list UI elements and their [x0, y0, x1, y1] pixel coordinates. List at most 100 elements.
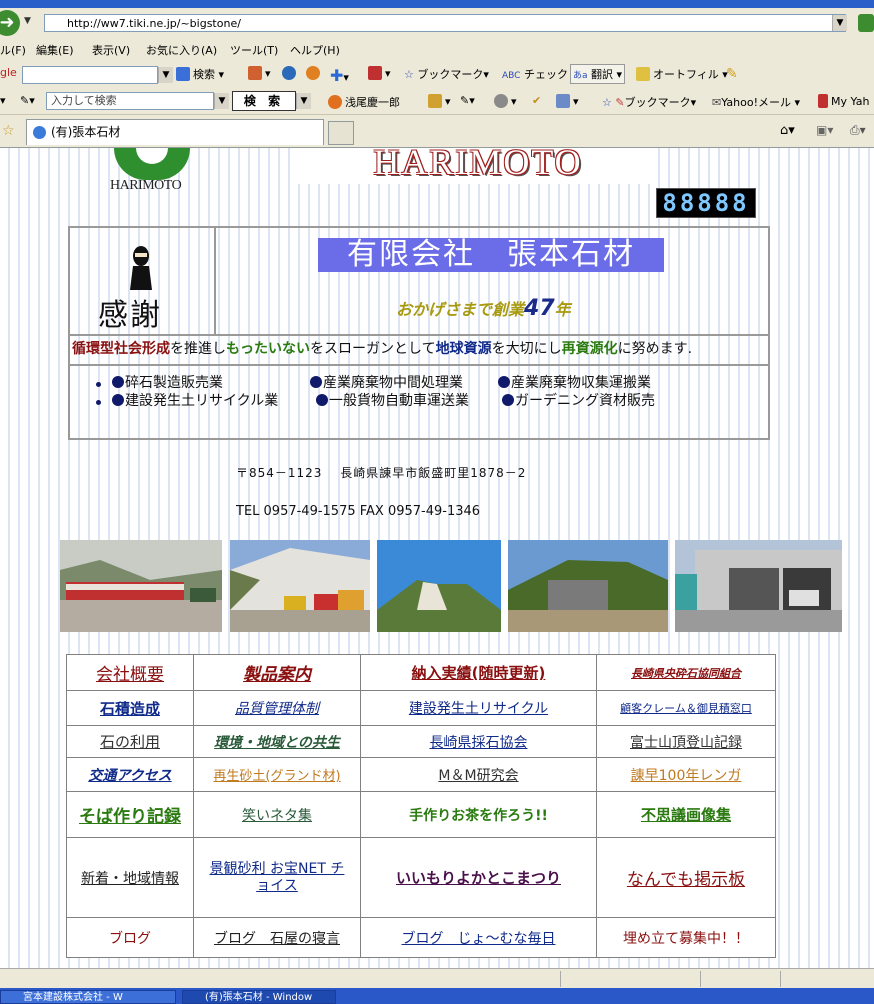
my-yahoo-button[interactable]: My Yah: [818, 94, 869, 108]
url-input[interactable]: http://ww7.tiki.ne.jp/~bigstone/: [44, 14, 846, 32]
link-stone-wall[interactable]: 石積造成: [100, 700, 160, 718]
toolbar-menu-arrow-icon[interactable]: ▾: [0, 94, 6, 107]
check-icon[interactable]: ✔: [532, 94, 541, 107]
person-link[interactable]: 浅尾慶一郎: [328, 94, 400, 110]
link-festival[interactable]: いいもりよかとこまつり: [396, 869, 561, 887]
status-divider: [780, 971, 781, 987]
status-divider: [700, 971, 701, 987]
menu-view[interactable]: 表示(V): [92, 42, 130, 58]
person-search-icon[interactable]: ▾: [494, 94, 517, 108]
link-blog-stone[interactable]: ブログ 石屋の寝言: [214, 931, 340, 947]
link-quality-control[interactable]: 品質管理体制: [235, 701, 319, 717]
link-isahaya-brick[interactable]: 諌早100年レンガ: [631, 768, 742, 784]
tab-title: (有)張本石材: [51, 125, 121, 139]
new-tab-button[interactable]: [328, 121, 354, 145]
plus-icon[interactable]: ✚▾: [330, 66, 349, 85]
favorites-star-icon[interactable]: ☆: [2, 123, 15, 139]
link-recycled-sand[interactable]: 再生砂土(グランド材): [213, 769, 340, 784]
google-search-button[interactable]: 検索 ▾: [176, 66, 224, 82]
translate-button[interactable]: あa 翻訳 ▾: [570, 64, 626, 84]
menu-tools[interactable]: ツール(T): [230, 42, 278, 58]
company-address: 〒854－1123 長崎県諌早市飯盛町里1878－2: [236, 466, 527, 480]
link-delivery-record[interactable]: 納入実績(随時更新): [412, 664, 546, 682]
link-mt-fuji[interactable]: 富士山頂登山記録: [630, 735, 742, 751]
yahoo-search-button[interactable]: 検 索: [232, 91, 296, 111]
home-icon[interactable]: ⌂▾: [780, 123, 795, 138]
yahoo-mail-button[interactable]: ✉Yahoo!メール ▾: [712, 94, 800, 110]
bookmark-button[interactable]: ☆ ブックマーク▾: [404, 66, 489, 82]
yahoo-search-button-dropdown-icon[interactable]: ▼: [296, 93, 311, 109]
link-stone-use[interactable]: 石の利用: [100, 733, 160, 751]
yahoo-search-dropdown-icon[interactable]: ▼: [214, 93, 229, 109]
pen-icon[interactable]: ✎▾: [20, 94, 35, 107]
intro-box-divider: [68, 334, 770, 336]
link-news[interactable]: 新着・地域情報: [81, 871, 179, 887]
web-page: HARIMOTO HARIMOTO 88888 感謝 有限会社 張本石材 おかげ…: [0, 148, 874, 968]
tab-bar: ☆ (有)張本石材 ⌂▾ ▣▾ ⎙▾: [0, 115, 874, 148]
link-soba[interactable]: そば作り記録: [79, 807, 181, 827]
link-products[interactable]: 製品案内: [243, 665, 311, 685]
mountain-quarry-photo: [377, 540, 501, 632]
google-g-icon: [176, 67, 190, 81]
navigation-link-table: 会社概要 製品案内 納入実績(随時更新) 長崎県央砕石協同組合 石積造成 品質管…: [66, 654, 776, 958]
block-popup-icon[interactable]: ▾: [368, 66, 391, 80]
menu-favorites[interactable]: お気に入り(A): [146, 42, 217, 58]
google-search-input[interactable]: [22, 66, 158, 84]
business-item: 産業廃棄物収集運搬業: [498, 372, 651, 392]
link-company-profile[interactable]: 会社概要: [96, 665, 164, 685]
link-mystery-images[interactable]: 不思議画像集: [641, 806, 731, 824]
link-customer-claims[interactable]: 顧客クレーム＆御見積窓口: [620, 702, 752, 715]
menu-bar: ル(F) 編集(E) 表示(V) お気に入り(A) ツール(T) ヘルプ(H): [0, 38, 874, 60]
link-soil-recycle[interactable]: 建設発生土リサイクル: [409, 701, 548, 717]
list-bullet: [96, 400, 101, 405]
autofill-button[interactable]: オートフィル ▾: [636, 66, 728, 82]
address-bar: ➜ ▼ http://ww7.tiki.ne.jp/~bigstone/ ▼: [0, 8, 874, 39]
highlight-icon[interactable]: ✎▾: [460, 94, 475, 107]
link-blog[interactable]: ブログ: [109, 931, 151, 947]
intro-box-divider: [68, 364, 770, 366]
globe-icon[interactable]: [282, 66, 299, 80]
business-item: 建設発生土リサイクル業: [112, 390, 278, 410]
link-blog-daily[interactable]: ブログ じょ～むな毎日: [402, 931, 556, 947]
status-bar: [0, 968, 874, 989]
menu-file[interactable]: ル(F): [0, 42, 26, 58]
menu-edit[interactable]: 編集(E): [36, 42, 74, 58]
link-environment[interactable]: 環境・地域との共生: [214, 735, 340, 751]
yahoo-bookmark-button[interactable]: ☆ ✎ブックマーク▾: [602, 94, 696, 110]
link-crushed-stone-union[interactable]: 長崎県央砕石協同組合: [631, 667, 741, 680]
folder-icon[interactable]: ▾: [428, 94, 451, 108]
news-icon[interactable]: ▾: [248, 66, 271, 80]
taskbar: 宮本建設株式会社 - W (有)張本石材 - Window: [0, 988, 874, 1004]
taskbar-window-1[interactable]: 宮本建設株式会社 - W: [0, 990, 176, 1004]
taskbar-window-2[interactable]: (有)張本石材 - Window: [182, 990, 336, 1004]
yahoo-toolbar: ▾ ✎▾ 入力して検索 ▼ 検 索 ▼ 浅尾慶一郎 ▾ ✎▾ ▾ ✔ ▾ ☆ ✎…: [0, 88, 874, 115]
link-jokes[interactable]: 笑いネタ集: [242, 808, 312, 824]
menu-help[interactable]: ヘルプ(H): [290, 42, 340, 58]
facility-building-photo: [675, 540, 842, 632]
link-access[interactable]: 交通アクセス: [88, 768, 171, 784]
crusher-plant-photo: [508, 540, 668, 632]
spellcheck-button[interactable]: ABC チェック ▾: [502, 66, 577, 82]
link-mm-study[interactable]: M＆M研究会: [438, 768, 518, 784]
google-toolbar: gle ▼ 検索 ▾ ▾ ✚▾ ▾ ☆ ブックマーク▾ ABC チェック ▾ あ…: [0, 60, 874, 88]
url-dropdown-icon[interactable]: ▼: [832, 15, 847, 31]
link-tea[interactable]: 手作りお茶を作ろう!!: [409, 808, 548, 824]
document-icon[interactable]: ▾: [556, 94, 579, 108]
feeds-icon[interactable]: ▣▾: [816, 123, 833, 137]
back-arrow-icon[interactable]: ➜: [0, 10, 20, 36]
link-quarry-association[interactable]: 長崎県採石協会: [430, 735, 528, 751]
back-dropdown-icon[interactable]: ▼: [24, 16, 31, 26]
link-bbs[interactable]: なんでも掲示板: [627, 870, 745, 890]
kansha-text: 感謝: [98, 299, 162, 332]
link-landfill[interactable]: 埋め立て募集中！！: [623, 931, 749, 947]
link-gravel-choice[interactable]: 景観砂利 お宝NET チョイス: [204, 861, 350, 895]
pencil-icon[interactable]: ✎: [726, 66, 738, 82]
tab-harimoto[interactable]: (有)張本石材: [26, 119, 324, 145]
ninja-icon: [130, 246, 152, 290]
yahoo-search-input[interactable]: 入力して検索: [46, 92, 214, 110]
google-search-dropdown-icon[interactable]: ▼: [158, 67, 173, 83]
go-button[interactable]: [858, 14, 874, 32]
swirl-icon[interactable]: [306, 66, 323, 80]
print-icon[interactable]: ⎙▾: [850, 123, 866, 138]
intro-box-divider: [214, 226, 216, 334]
